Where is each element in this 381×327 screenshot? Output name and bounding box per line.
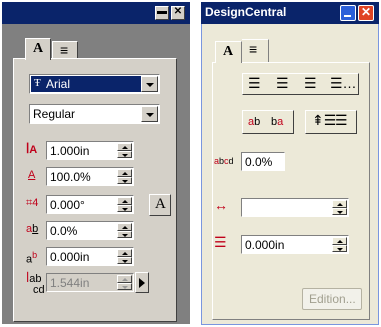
- dropdown-arrow-icon[interactable]: [141, 76, 158, 92]
- font-style-value: Regular: [33, 107, 76, 121]
- paragraph-panel: [212, 62, 370, 320]
- width-factor-spinner[interactable]: [117, 169, 132, 184]
- paragraph-spacing-value: 0.000in: [245, 238, 285, 252]
- baseline-shift-value: 0.000in: [50, 250, 90, 264]
- text-format-button-label: A: [155, 196, 166, 212]
- play-arrow-icon: [139, 278, 145, 288]
- tracking-icon: abcd: [214, 156, 234, 166]
- width-icon: ↔: [214, 197, 228, 213]
- tab-character[interactable]: A: [215, 41, 242, 63]
- width-factor-icon: A: [28, 169, 36, 181]
- oblique-angle-value: 0.000°: [50, 198, 85, 212]
- width-spinner[interactable]: [332, 200, 347, 215]
- dropdown-arrow-icon[interactable]: [141, 106, 158, 122]
- tracking-spinner[interactable]: [117, 223, 132, 238]
- tracking-value: 0.0%: [245, 155, 273, 169]
- minimize-button[interactable]: ▬: [155, 6, 169, 20]
- tab-paragraph[interactable]: ≡: [52, 41, 78, 59]
- alignment-group: ☰ ☰ ☰ ☰…: [242, 73, 359, 95]
- tab-character[interactable]: A: [25, 38, 51, 60]
- spacing-toggle-group: ⇞☰ ☰: [305, 110, 357, 134]
- line-spacing-icon: ꟾab cd: [26, 273, 45, 296]
- tab-paragraph-label: ≡: [60, 42, 69, 58]
- font-name-value: Arial: [46, 77, 71, 91]
- align-left-icon[interactable]: ☰: [248, 76, 261, 90]
- width-factor-value: 100.0%: [50, 170, 91, 184]
- truetype-icon: Ŧ: [34, 77, 41, 89]
- paragraph-spacing-spinner[interactable]: [332, 237, 347, 252]
- paragraph-spacing-icon: ☰: [214, 234, 227, 250]
- right-panel-title-bar[interactable]: DesignCentral ✕: [201, 2, 379, 24]
- right-panel-body: A ≡ ☰ ☰ ☰ ☰… ab ba ⇞☰ ☰ abcd 0.0% ↔ ☰ 0.…: [201, 24, 379, 325]
- font-style-select[interactable]: Regular: [29, 104, 160, 124]
- width-input[interactable]: [241, 198, 349, 217]
- tab-character-label: A: [33, 41, 44, 56]
- right-to-left-icon[interactable]: ba: [271, 117, 283, 128]
- tracking-value: 0.0%: [50, 224, 78, 238]
- text-direction-group: ab ba: [242, 110, 294, 134]
- oblique-angle-spinner[interactable]: [117, 197, 132, 212]
- tracking-input[interactable]: 0.0%: [46, 221, 134, 240]
- line-spacing-value: 1.544in: [50, 276, 90, 290]
- tab-paragraph-label: ≡: [249, 41, 258, 57]
- font-name-select[interactable]: Ŧ Arial: [29, 74, 160, 94]
- edition-button-label: Edition...: [309, 292, 356, 306]
- height-value: 1.000in: [50, 144, 90, 158]
- baseline-shift-icon: ab: [26, 250, 38, 266]
- height-spinner[interactable]: [117, 143, 132, 158]
- left-panel-title-bar[interactable]: ▬ ✕: [2, 2, 190, 24]
- line-spacing-down-icon[interactable]: ☰: [335, 113, 348, 127]
- line-spacing-spinner[interactable]: [117, 275, 132, 290]
- height-input[interactable]: 1.000in: [46, 141, 134, 160]
- oblique-angle-input[interactable]: 0.000°: [46, 195, 134, 214]
- align-center-icon[interactable]: ☰: [276, 76, 289, 90]
- width-factor-input[interactable]: 100.0%: [46, 167, 134, 186]
- baseline-shift-input[interactable]: 0.000in: [46, 247, 134, 266]
- edition-button[interactable]: Edition...: [302, 288, 362, 310]
- close-button[interactable]: ✕: [358, 5, 374, 21]
- tracking-icon: ab: [26, 223, 39, 235]
- height-icon: ꟾA: [26, 144, 38, 156]
- minimize-button[interactable]: [340, 5, 356, 21]
- line-spacing-menu-button[interactable]: [135, 272, 149, 293]
- character-panel: Ŧ Arial Regular ꟾA 1.000in A 100.0% ⌗4 0…: [13, 58, 177, 322]
- tab-character-label: A: [223, 44, 234, 59]
- close-button[interactable]: ✕: [171, 6, 185, 20]
- paragraph-spacing-input[interactable]: 0.000in: [241, 235, 349, 254]
- window-title: DesignCentral: [205, 5, 287, 19]
- baseline-shift-spinner[interactable]: [117, 249, 132, 264]
- text-format-button[interactable]: A: [149, 194, 171, 216]
- line-spacing-up-icon[interactable]: ⇞☰: [312, 113, 336, 127]
- close-icon: ✕: [361, 5, 372, 19]
- tab-paragraph[interactable]: ≡: [242, 39, 269, 63]
- line-spacing-input[interactable]: 1.544in: [46, 273, 134, 292]
- tracking-input[interactable]: 0.0%: [241, 152, 285, 171]
- minimize-icon: [344, 15, 351, 17]
- left-to-right-icon[interactable]: ab: [248, 117, 260, 128]
- align-right-icon[interactable]: ☰: [304, 76, 317, 90]
- oblique-angle-icon: ⌗4: [26, 197, 39, 209]
- justify-icon[interactable]: ☰…: [330, 76, 357, 90]
